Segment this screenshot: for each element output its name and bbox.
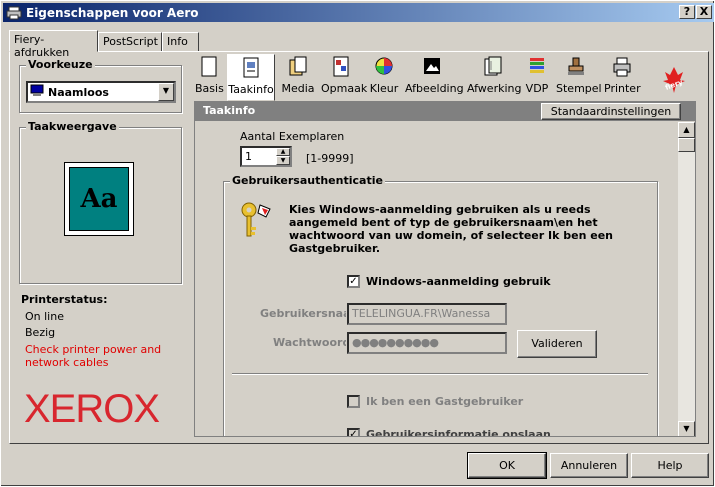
separator [232, 373, 648, 375]
auth-description: Kies Windows-aanmelding gebruiken als u … [289, 203, 613, 255]
properties-window: Eigenschappen voor Aero ? X Fiery-afdruk… [0, 0, 715, 487]
image-icon [422, 56, 442, 78]
finishing-icon [483, 56, 503, 78]
auth-group-label: Gebruikersauthenticatie [230, 174, 385, 187]
preview-label: Taakweergave [26, 120, 119, 133]
password-field[interactable]: ●●●●●●●●●● [347, 332, 507, 354]
toolbar-stempel[interactable]: Stempel [556, 54, 602, 101]
stamp-icon [566, 56, 586, 78]
tab-info[interactable]: Info [162, 32, 199, 52]
copies-range: [1-9999] [306, 152, 354, 165]
printer-status-label: Printerstatus: [21, 293, 108, 306]
validate-button[interactable]: Valideren [517, 330, 597, 358]
cancel-button[interactable]: Annuleren [550, 453, 628, 478]
guest-checkbox[interactable] [347, 395, 360, 408]
toolbar-vdp[interactable]: VDP [524, 54, 550, 101]
copies-value: 1 [245, 150, 252, 163]
defaults-button[interactable]: Standaardinstellingen [541, 103, 681, 120]
copies-label: Aantal Exemplaren [240, 130, 345, 143]
vertical-scrollbar[interactable]: ▲ ▼ [678, 122, 695, 436]
job-info-icon [241, 57, 261, 79]
printer-icon [612, 56, 632, 78]
status-busy: Bezig [25, 326, 56, 339]
spin-up-icon[interactable]: ▲ [276, 148, 290, 156]
xerox-logo: XEROX [24, 387, 160, 431]
guest-label[interactable]: Ik ben een Gastgebruiker [366, 395, 523, 408]
vdp-icon [527, 56, 547, 78]
status-online: On line [25, 310, 64, 323]
username-field[interactable]: TELELINGUA.FR\Wanessa [347, 303, 507, 325]
page-icon [199, 56, 219, 78]
chevron-down-icon[interactable]: ▼ [158, 83, 174, 101]
toolbar-afwerking[interactable]: Afwerking [467, 54, 521, 101]
preview-text: Aa [80, 184, 118, 214]
preset-select[interactable]: Naamloos ▼ [26, 81, 176, 103]
media-icon [288, 56, 308, 78]
toolbar-taakinfo[interactable]: Taakinfo [227, 54, 275, 101]
ok-button[interactable]: OK [467, 452, 547, 479]
preview-group: Taakweergave Aa [19, 120, 182, 284]
copies-stepper[interactable]: 1 ▲ ▼ [240, 146, 292, 167]
password-label: Wachtwoord [273, 336, 346, 349]
key-icon [240, 201, 274, 242]
title-bar[interactable]: Eigenschappen voor Aero [3, 3, 714, 22]
help-button[interactable]: Help [631, 453, 709, 478]
auth-group: Gebruikersauthenticatie Kies Windows-aan… [223, 174, 658, 436]
color-wheel-icon [374, 56, 394, 78]
toolbar-opmaak[interactable]: Opmaak [321, 54, 367, 101]
windows-login-checkbox[interactable]: ✓ [347, 275, 360, 288]
computer-icon [30, 84, 44, 100]
toolbar-media[interactable]: Media [281, 54, 315, 101]
preset-label: Voorkeuze [26, 58, 95, 71]
preset-group: Voorkeuze Naamloos ▼ [19, 58, 182, 113]
toolbar-afbeelding[interactable]: Afbeelding [405, 54, 464, 101]
spin-down-icon[interactable]: ▼ [276, 156, 290, 165]
username-label: Gebruikersnaam [260, 307, 346, 320]
toolbar-basis[interactable]: Basis [195, 54, 224, 101]
send-info-checkbox[interactable]: ✓ [347, 428, 360, 436]
scroll-thumb[interactable] [678, 138, 695, 152]
preset-value: Naamloos [48, 85, 109, 99]
scroll-down-icon[interactable]: ▼ [678, 421, 695, 436]
document-preview: Aa [64, 162, 134, 236]
printer-icon [6, 6, 22, 20]
layout-icon [331, 56, 351, 78]
scroll-up-icon[interactable]: ▲ [678, 122, 695, 138]
status-warning: Check printer power and network cables [25, 343, 162, 369]
toolbar-kleur[interactable]: Kleur [369, 54, 399, 101]
window-title: Eigenschappen voor Aero [26, 5, 199, 20]
toolbar-printer[interactable]: Printer [604, 54, 641, 101]
windows-login-label[interactable]: Windows-aanmelding gebruik [366, 275, 551, 288]
tab-fiery-afdrukken[interactable]: Fiery-afdrukken [9, 30, 98, 59]
fiery-logo: fiery [661, 67, 687, 93]
help-title-button[interactable]: ? [679, 5, 695, 19]
send-info-label[interactable]: Gebruikersinformatie opslaan [366, 428, 551, 436]
tab-postscript[interactable]: PostScript [98, 32, 162, 52]
close-title-button[interactable]: X [696, 5, 712, 19]
job-info-panel: Taakinfo Standaardinstellingen Aantal Ex… [194, 101, 696, 437]
